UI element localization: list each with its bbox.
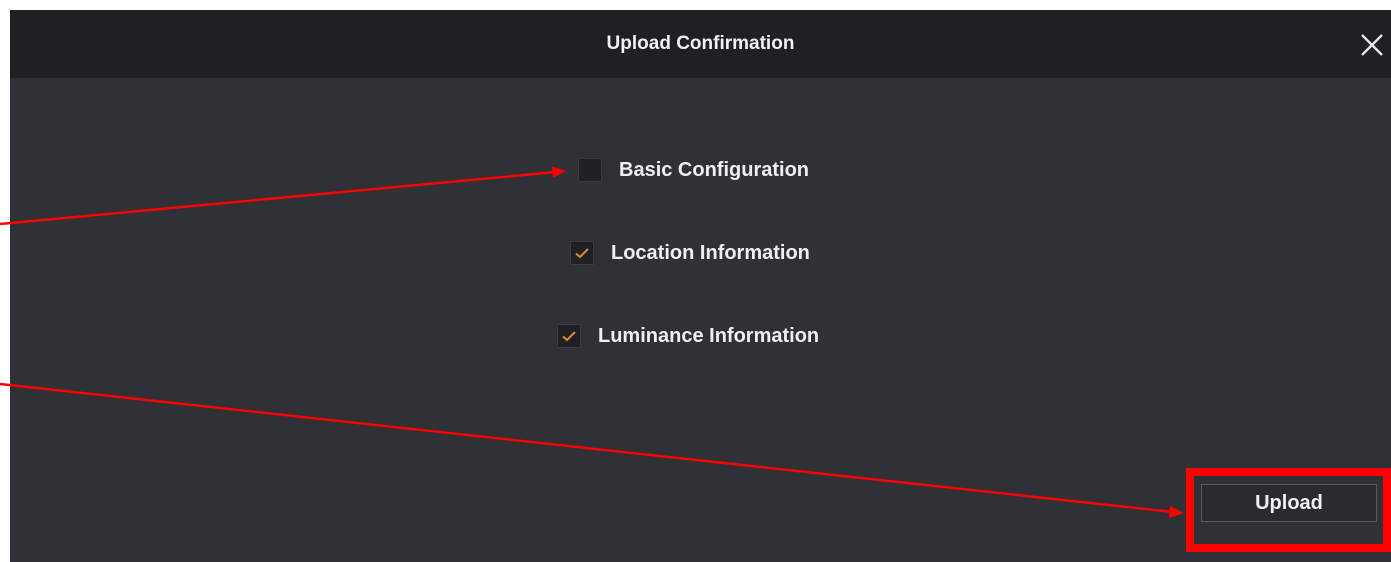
upload-button[interactable]: Upload bbox=[1201, 484, 1377, 522]
luminance-information-label: Luminance Information bbox=[598, 324, 820, 347]
close-button[interactable] bbox=[1359, 32, 1385, 58]
luminance-information-option[interactable]: Luminance Information bbox=[557, 324, 819, 348]
location-information-label: Location Information bbox=[611, 241, 810, 264]
close-icon bbox=[1361, 34, 1383, 56]
basic-configuration-checkbox[interactable] bbox=[578, 158, 602, 182]
checkmark-icon bbox=[575, 248, 589, 259]
basic-configuration-label: Basic Configuration bbox=[619, 158, 810, 181]
checkmark-icon bbox=[562, 331, 576, 342]
dialog-titlebar: Upload Confirmation bbox=[10, 10, 1391, 78]
basic-configuration-option[interactable]: Basic Configuration bbox=[578, 158, 809, 182]
location-information-option[interactable]: Location Information bbox=[570, 241, 810, 265]
dialog-title: Upload Confirmation bbox=[606, 33, 795, 54]
location-information-checkbox[interactable] bbox=[570, 241, 594, 265]
luminance-information-checkbox[interactable] bbox=[557, 324, 581, 348]
upload-confirmation-dialog: Upload Confirmation Basic Configuration … bbox=[10, 10, 1391, 562]
screenshot-canvas: Upload Confirmation Basic Configuration … bbox=[0, 0, 1391, 562]
